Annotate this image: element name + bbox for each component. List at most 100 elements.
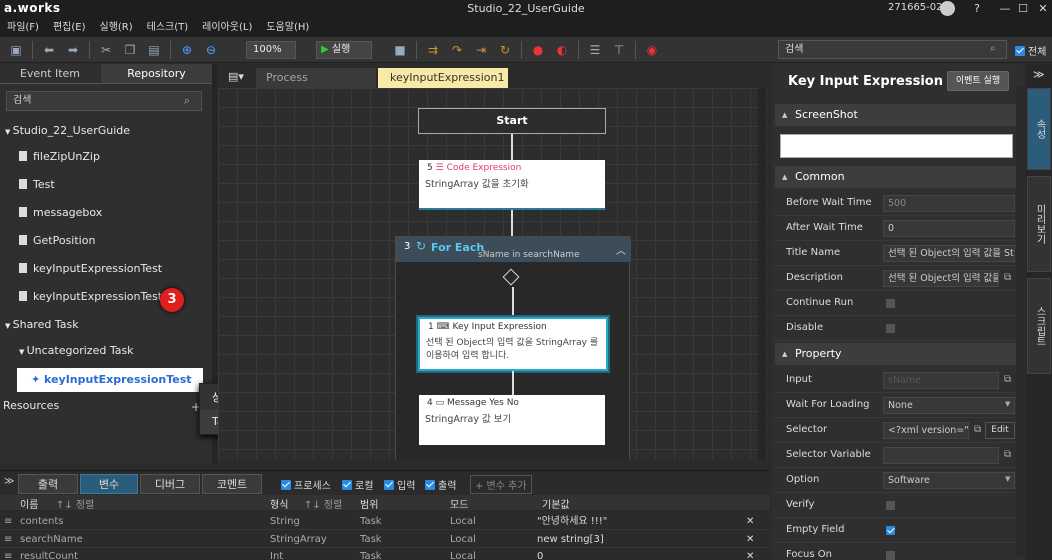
record-icon[interactable]: ◉ (642, 40, 662, 60)
tree-shared-task[interactable]: ▼ Shared Task (0, 314, 212, 336)
var-scope[interactable]: Task (360, 548, 382, 560)
code-expression-node[interactable]: 5 ☰ Code Expression StringArray 값을 초기화 (419, 160, 605, 210)
remove-breakpoint-icon[interactable]: ◐ (552, 40, 572, 60)
tab-key-input-expression[interactable]: keyInputExpression1 ✕ (378, 68, 508, 104)
var-default[interactable]: 0 (537, 548, 543, 560)
collapse-panel-icon[interactable]: ≫ (4, 476, 14, 487)
var-name[interactable]: resultCount (20, 548, 78, 560)
section-property[interactable]: Property (775, 343, 1017, 365)
tab-event-item[interactable]: Event Item (0, 64, 100, 84)
delete-icon[interactable]: ✕ (746, 531, 754, 548)
menu-run[interactable]: 실행(R) (93, 18, 140, 37)
properties-scrollbar[interactable] (1016, 86, 1024, 556)
var-mode[interactable]: Local (450, 548, 476, 560)
start-node[interactable]: Start (418, 108, 606, 134)
prop-value-input[interactable]: 500 (883, 195, 1015, 212)
tree-uncategorized[interactable]: ▼ Uncategorized Task (0, 340, 212, 362)
filter-input[interactable]: 입력 (384, 477, 415, 492)
var-name[interactable]: contents (20, 513, 64, 530)
table-row[interactable]: ≡ resultCount Int Task Local 0 ✕ (0, 548, 770, 560)
var-type[interactable]: Int (270, 548, 283, 560)
menu-help[interactable]: 도움말(H) (259, 18, 316, 37)
step-over-icon[interactable]: ⇉ (423, 40, 443, 60)
new-document-icon[interactable]: ▤▾ (228, 70, 244, 83)
var-mode[interactable]: Local (450, 531, 476, 548)
for-each-container[interactable]: 3 ↻ For Each sName in searchName ︿ 1 ⌨ K… (395, 236, 631, 460)
prop-value-input[interactable]: 선택 된 Object의 입력 값을 (883, 270, 999, 287)
add-variable-button[interactable]: + 변수 추가 (470, 475, 532, 494)
prop-checkbox[interactable] (886, 551, 895, 560)
open-editor-icon[interactable]: ⧉ (1004, 272, 1011, 283)
prop-select[interactable]: Software (883, 472, 1015, 489)
prop-value-input[interactable]: 선택 된 Object의 입력 값을 St (883, 245, 1015, 262)
tab-repository[interactable]: Repository (101, 64, 212, 84)
sort-type[interactable]: ↑↓ 정렬 (304, 496, 342, 511)
menu-file[interactable]: 파일(F) (0, 18, 46, 37)
zoom-select[interactable]: 100% (246, 41, 296, 59)
var-default[interactable]: new string[3] (537, 531, 604, 548)
all-checkbox[interactable]: 전체 (1015, 43, 1046, 58)
run-event-button[interactable]: 이벤트 실행 (947, 71, 1009, 91)
sort-name[interactable]: ↑↓ 정렬 (56, 496, 94, 511)
resources-header[interactable]: Resources (0, 395, 212, 417)
filter-process[interactable]: 프로세스 (281, 477, 331, 492)
drag-handle-icon[interactable]: ≡ (4, 548, 12, 560)
menu-task[interactable]: 테스크(T) (140, 18, 196, 37)
key-input-expression-node[interactable]: 1 ⌨ Key Input Expression 선택 된 Object의 입력… (418, 317, 608, 371)
tree-selected-task[interactable]: ✦ keyInputExpressionTest (17, 368, 203, 392)
table-row[interactable]: ≡ searchName StringArray Task Local new … (0, 531, 770, 548)
user-avatar-icon[interactable] (940, 1, 955, 16)
var-mode[interactable]: Local (450, 513, 476, 530)
selector-edit-button[interactable]: Edit (985, 422, 1015, 439)
cut-icon[interactable]: ✂ (96, 40, 116, 60)
prop-value-input[interactable]: sName (883, 372, 999, 389)
delete-icon[interactable]: ✕ (746, 548, 754, 560)
zoom-in-icon[interactable]: ⊕ (177, 40, 197, 60)
add-breakpoint-icon[interactable]: ● (528, 40, 548, 60)
tab-comment[interactable]: 코멘트 (202, 474, 262, 494)
step-out-icon[interactable]: ⇥ (471, 40, 491, 60)
open-editor-icon[interactable]: ⧉ (1004, 374, 1011, 385)
close-button[interactable]: ✕ (1028, 0, 1052, 18)
var-name[interactable]: searchName (20, 531, 83, 548)
col-name[interactable]: 이름 (20, 496, 38, 511)
tree-file[interactable]: messagebox (0, 202, 212, 224)
undo-icon[interactable]: ⬅ (39, 40, 59, 60)
prop-checkbox-checked[interactable] (886, 526, 895, 535)
filter-output[interactable]: 출력 (425, 477, 456, 492)
delete-icon[interactable]: ✕ (746, 513, 754, 530)
var-default[interactable]: "안녕하세요 !!!" (537, 513, 607, 530)
var-type[interactable]: StringArray (270, 531, 327, 548)
global-search-input[interactable]: 검색 (778, 40, 1007, 59)
var-scope[interactable]: Task (360, 513, 382, 530)
side-tab-script[interactable]: 스크립트 (1027, 278, 1051, 374)
section-common[interactable]: Common (775, 166, 1017, 188)
prop-checkbox[interactable] (886, 501, 895, 510)
col-default[interactable]: 기본값 (542, 496, 570, 511)
prop-checkbox[interactable] (886, 324, 895, 333)
table-row[interactable]: ≡ contents String Task Local "안녕하세요 !!!"… (0, 513, 770, 530)
tree-file[interactable]: GetPosition (0, 230, 212, 252)
tab-variables[interactable]: 변수 (80, 474, 138, 494)
tree-file[interactable]: fileZipUnZip (0, 146, 212, 168)
filter-local[interactable]: 로컬 (342, 477, 373, 492)
run-button[interactable]: ▶ 실행 (316, 41, 372, 59)
align-top-icon[interactable]: ⊤ (609, 40, 629, 60)
prop-checkbox[interactable] (886, 299, 895, 308)
screenshot-input[interactable] (780, 134, 1013, 158)
col-scope[interactable]: 범위 (360, 496, 378, 511)
tree-root[interactable]: ▼ Studio_22_UserGuide (0, 120, 212, 142)
col-type[interactable]: 형식 (270, 496, 288, 511)
tab-output[interactable]: 출력 (18, 474, 78, 494)
tree-file[interactable]: Test (0, 174, 212, 196)
menu-layout[interactable]: 레이아웃(L) (195, 18, 259, 37)
save-icon[interactable]: ▣ (6, 40, 26, 60)
redo-icon[interactable]: ➡ (63, 40, 83, 60)
help-button[interactable]: ? (962, 0, 992, 18)
expand-panel-icon[interactable]: ≫ (1033, 68, 1045, 81)
open-editor-icon[interactable]: ⧉ (1004, 449, 1011, 460)
menu-edit[interactable]: 편집(E) (46, 18, 93, 37)
side-tab-properties[interactable]: 속성 (1027, 88, 1051, 170)
section-screenshot[interactable]: ScreenShot (775, 104, 1017, 126)
paste-icon[interactable]: ▤ (144, 40, 164, 60)
